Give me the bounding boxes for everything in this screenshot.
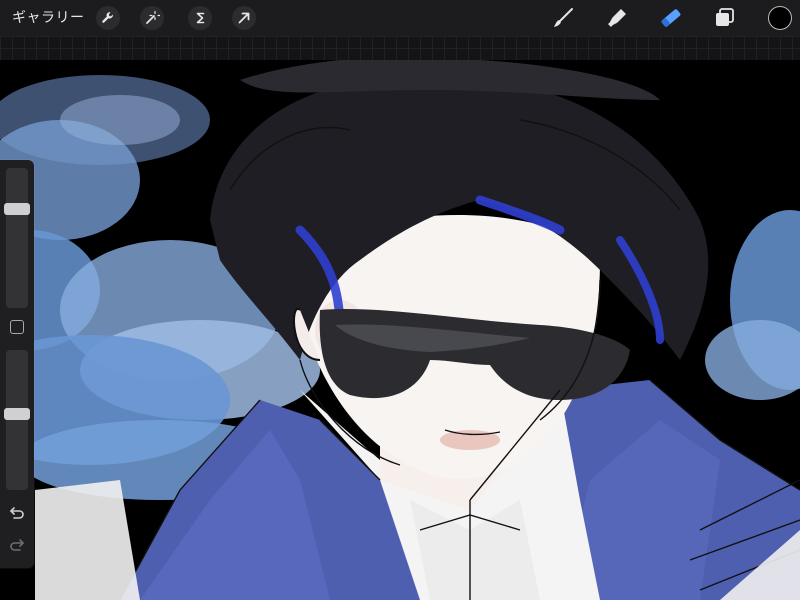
- layers-button[interactable]: [712, 5, 738, 31]
- selection-button[interactable]: [188, 6, 212, 30]
- opacity-handle[interactable]: [4, 407, 30, 420]
- brush-size-slider[interactable]: [6, 168, 28, 308]
- eraser-tool-button[interactable]: [658, 5, 684, 31]
- eraser-icon: [661, 9, 681, 27]
- color-swatch-button[interactable]: [768, 6, 792, 30]
- brush-tool-button[interactable]: [550, 5, 576, 31]
- smudge-icon: [608, 9, 626, 27]
- redo-button[interactable]: [6, 536, 28, 554]
- adjustments-button[interactable]: [140, 6, 164, 30]
- wrench-icon: [102, 12, 113, 23]
- brush-size-handle[interactable]: [4, 202, 30, 215]
- top-toolbar: ギャラリー: [0, 0, 800, 36]
- transform-button[interactable]: [232, 6, 256, 30]
- undo-icon: [10, 507, 24, 519]
- artwork-illustration: [0, 60, 800, 600]
- undo-button[interactable]: [6, 504, 28, 522]
- gallery-button[interactable]: ギャラリー: [12, 9, 85, 27]
- move-arrow-icon: [238, 12, 250, 24]
- redo-icon: [10, 539, 24, 551]
- left-sidebar: [0, 160, 34, 568]
- actions-button[interactable]: [96, 6, 120, 30]
- opacity-slider[interactable]: [6, 350, 28, 490]
- selection-s-icon: [196, 12, 205, 24]
- smudge-tool-button[interactable]: [604, 5, 630, 31]
- modify-square-icon[interactable]: [10, 320, 24, 334]
- layers-icon: [716, 8, 734, 26]
- brush-icon: [554, 8, 573, 27]
- magic-wand-icon: [146, 10, 160, 24]
- canvas-top-strip: [0, 36, 800, 60]
- drawing-canvas[interactable]: [0, 60, 800, 600]
